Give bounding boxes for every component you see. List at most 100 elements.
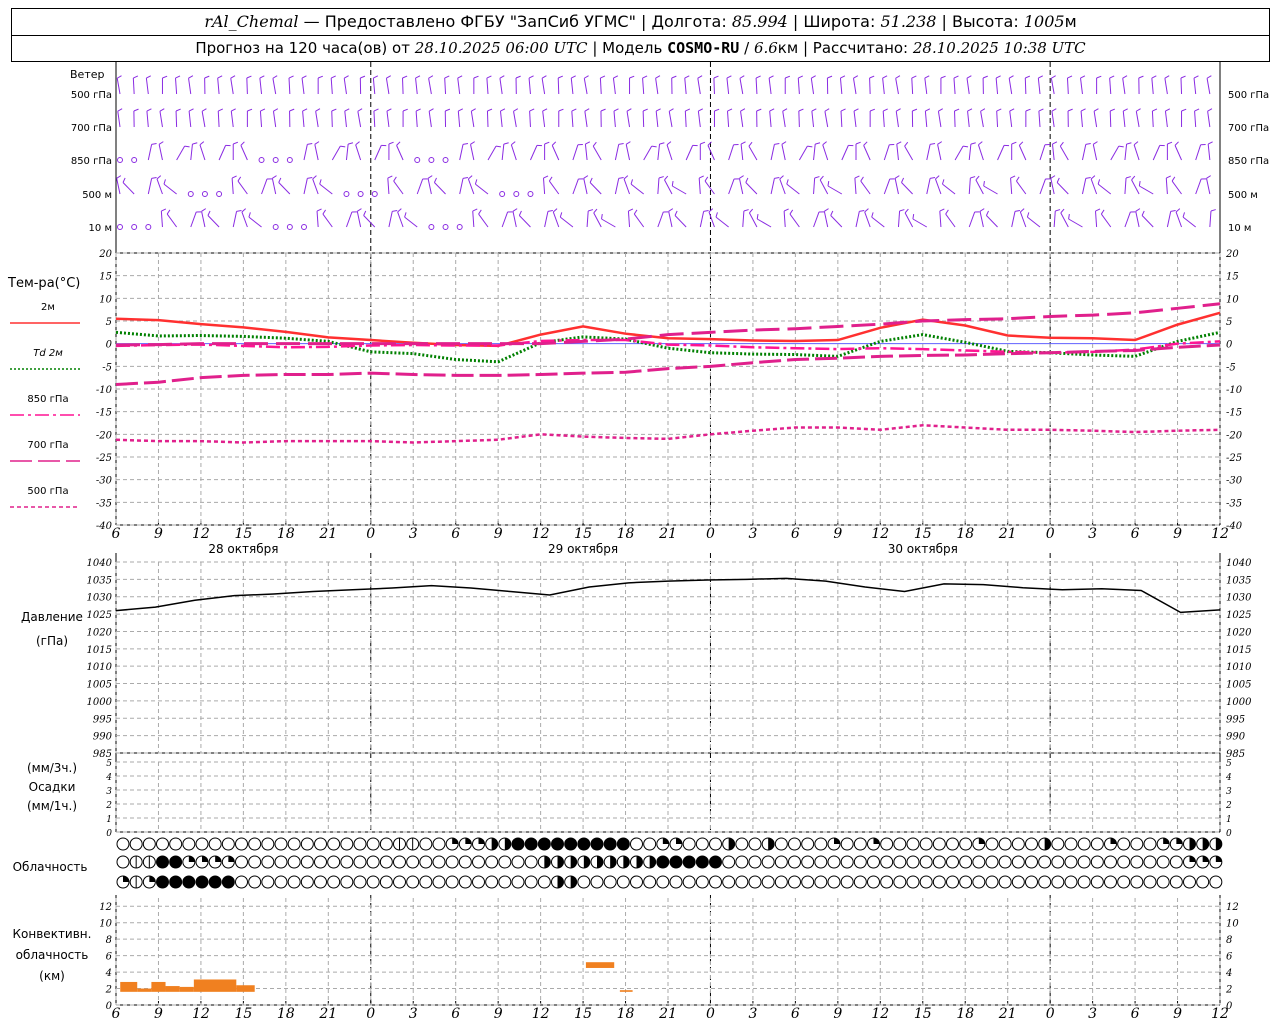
wind-barb [1080,78,1083,95]
time-tick-label: 6 [791,526,800,542]
wind-barb [1037,78,1041,95]
wind-barb [926,178,931,195]
wind-barb-feather [260,108,266,112]
wind-barb [895,111,899,128]
precip-tick-label-right: 1 [1226,815,1232,825]
wind-barb-feather [315,108,321,112]
wind-calm [216,191,223,197]
wind-barb-feather [544,141,550,145]
wind-barb [642,78,645,95]
wind-barb [404,216,418,228]
cloud-quarter-fill [202,856,208,862]
wind-barb [459,144,464,161]
conv-ylabel: Конвективн. [13,927,92,941]
cloud-cover-symbol [1077,855,1091,869]
temp-tick-label-right: -25 [1226,453,1242,464]
wind-barb [1008,78,1013,95]
cloud-cover-symbol [788,837,801,851]
wind-barb [854,178,857,195]
wind-barb [786,183,800,195]
cloud-cover-symbol [1077,875,1091,889]
wind-barb-feather [982,75,988,79]
cloud-cover-symbol [235,855,248,869]
wind-barb [813,178,816,195]
wind-barb [1193,78,1197,95]
cloud-cover-symbol [445,875,459,889]
wind-barb [728,144,735,161]
wind-barb-feather [402,75,408,79]
wind-barb [314,144,319,161]
wind-barb-feather [393,176,397,182]
wind-barb [586,211,589,228]
wind-barb [1195,178,1202,195]
wind-barb-feather [471,108,476,112]
wind-calm [343,191,350,197]
wind-barb [1122,111,1126,128]
wind-barb [912,218,928,228]
wind-barb [572,144,579,161]
cloud-cover-symbol [946,855,959,869]
wind-barb-feather [159,108,165,112]
wind-barb-feather [1118,145,1124,148]
cloud-cover-symbol [195,875,209,889]
wind-barb [396,145,404,161]
wind-barb [1081,144,1087,161]
wind-barb-feather [698,175,704,179]
wind-barb [708,211,715,228]
time-tick-label: 18 [277,526,295,542]
wind-barb [937,111,942,128]
cloud-cover-symbol [274,855,288,869]
cloud-cover-symbol [1130,855,1144,869]
cloud-cover-symbol [511,855,525,869]
wind-barb-feather [1055,209,1061,212]
wind-barb-feather [240,141,245,146]
wind-barb-feather [288,75,294,79]
wind-barb-feather [397,208,402,213]
cloud-quarter-fill [873,838,880,844]
wind-barb [571,111,574,128]
wind-barb-feather [386,75,391,79]
cloud-cover-symbol [169,855,183,869]
wind-barb-feather [473,75,479,79]
time-tick-label: 6 [112,526,121,542]
wind-barb-feather [864,208,869,213]
cloud-cover-symbol [340,837,354,851]
temp-tick-label: -25 [96,453,112,464]
time-tick-label: 0 [706,1006,715,1022]
wind-barb-feather [373,75,379,79]
wind-barb [824,111,829,128]
wind-barb [363,215,376,228]
wind-barb [312,178,319,195]
wind-barb [1095,211,1098,228]
wind-barb-feather [1093,108,1099,112]
wind-barb-feather [937,141,943,145]
wind-barb [904,212,914,228]
wind-barb [272,78,277,95]
temp-series-line [115,343,1221,386]
wind-barb-feather [671,180,674,187]
wind-barb [986,215,998,228]
wind-barb-feather [1194,108,1200,112]
cloud-cover-symbol [1183,875,1196,889]
wind-barb [345,211,353,228]
wind-barb [823,211,829,228]
wind-barb [742,211,745,228]
wind-calm [201,191,208,197]
wind-barb-feather [655,108,661,112]
wind-barb [748,212,758,228]
wind-barb-feather [895,108,901,112]
cloud-quarter-fill [228,856,235,862]
time-tick-label: 18 [277,1006,295,1022]
cloud-cover-symbol [1025,875,1038,889]
wind-barb [613,111,616,128]
wind-barb [1092,144,1098,161]
wind-barb-feather [756,108,762,112]
temp-tick-label-right: 0 [1226,340,1233,351]
cloud-quarter-fill [215,856,222,862]
wind-barb-feather [623,175,629,180]
wind-barb-feather [985,210,989,216]
cloud-cover-symbol [932,855,946,869]
wind-barb [357,111,362,128]
temp-tick-label-right: 10 [1226,294,1239,305]
time-tick-label: 9 [833,526,842,542]
